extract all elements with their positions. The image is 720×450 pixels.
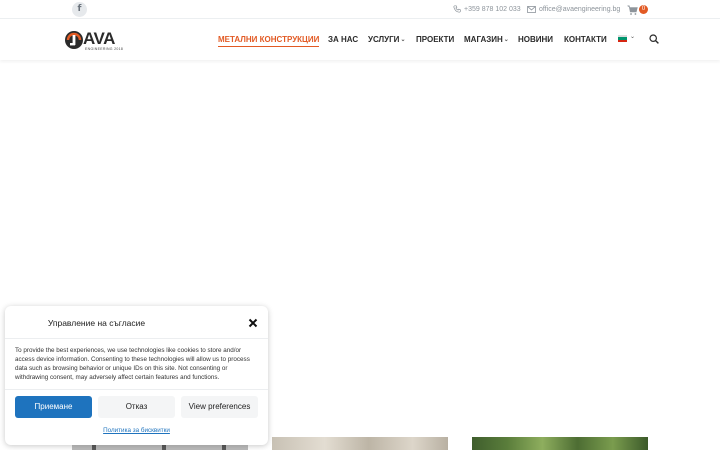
phone-icon <box>453 5 461 13</box>
search-icon[interactable] <box>649 34 659 44</box>
cart-count-badge: 0 <box>639 5 648 14</box>
chevron-down-icon: ⌄ <box>400 37 406 43</box>
nav-item-shop[interactable]: МАГАЗИН⌄ <box>464 34 509 46</box>
shopping-cart-icon <box>627 5 638 15</box>
logo-subtitle: ENGINEERING 2018 <box>85 47 124 51</box>
chevron-down-icon[interactable]: ⌄ <box>630 33 635 40</box>
page: { "topbar": { "social_icon": "facebook-i… <box>0 0 720 450</box>
top-bar: f +359 878 102 033 office@avaengineering… <box>0 0 720 19</box>
nav-item-news[interactable]: НОВИНИ <box>518 34 553 46</box>
nav-item-contacts[interactable]: КОНТАКТИ <box>564 34 607 46</box>
dialog-title: Управление на съгласие <box>47 318 146 328</box>
facebook-icon[interactable]: f <box>72 2 87 17</box>
nav-item-services[interactable]: УСЛУГИ⌄ <box>368 34 405 46</box>
divider <box>5 338 268 339</box>
view-preferences-button[interactable]: View preferences <box>181 396 258 418</box>
phone-link[interactable]: +359 878 102 033 <box>453 4 521 15</box>
nav-item-metal-structures[interactable]: МЕТАЛНИ КОНСТРУКЦИИ <box>218 34 320 47</box>
site-logo[interactable]: AVA ENGINEERING 2018 <box>64 29 124 51</box>
nav-item-about[interactable]: ЗА НАС <box>328 34 358 46</box>
email-address: office@avaengineering.bg <box>539 6 621 13</box>
nav-item-projects[interactable]: ПРОЕКТИ <box>416 34 454 46</box>
accept-button[interactable]: Приемане <box>15 396 92 418</box>
phone-number: +359 878 102 033 <box>464 6 521 13</box>
chevron-down-icon: ⌄ <box>503 37 509 43</box>
logo-mark-icon <box>65 31 83 49</box>
mail-icon <box>527 5 536 13</box>
deny-button[interactable]: Отказ <box>98 396 175 418</box>
close-icon[interactable] <box>248 318 258 328</box>
cookie-consent-dialog: Управление на съгласие To provide the be… <box>5 306 268 445</box>
bulgarian-flag-icon[interactable] <box>618 35 627 42</box>
project-image-2[interactable] <box>272 437 448 450</box>
project-image-3[interactable] <box>472 437 648 450</box>
logo-wordmark: AVA <box>83 29 115 48</box>
cookie-policy-link[interactable]: Политика за бисквитки <box>5 427 268 434</box>
cart-button[interactable]: 0 <box>627 3 648 16</box>
email-link[interactable]: office@avaengineering.bg <box>527 4 620 15</box>
main-header: AVA ENGINEERING 2018 МЕТАЛНИ КОНСТРУКЦИИ… <box>0 20 720 60</box>
consent-description: To provide the best experiences, we use … <box>15 347 250 381</box>
divider <box>5 389 268 390</box>
